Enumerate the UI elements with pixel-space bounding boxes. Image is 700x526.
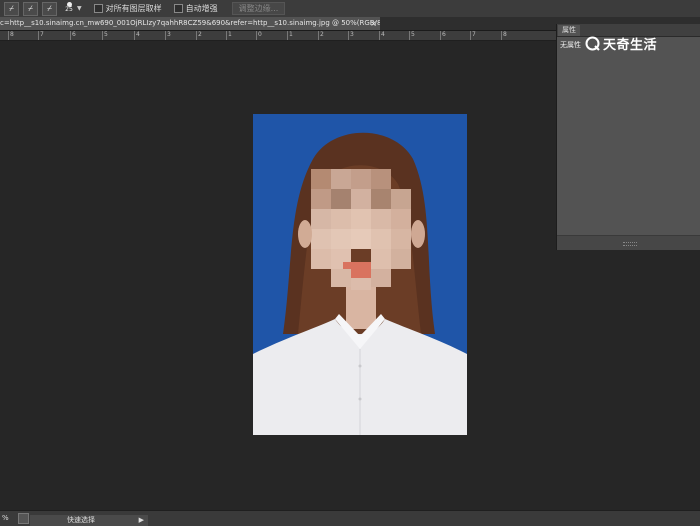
brush-size-value: 25 — [65, 5, 73, 13]
panel-resize-grip[interactable] — [557, 235, 700, 250]
sample-all-layers-label: 对所有图层取样 — [105, 4, 162, 13]
document-tab[interactable]: c=http__s10.sinaimg.cn_mw690_001OjRLIzy7… — [0, 17, 380, 30]
ruler-tick: 6 — [440, 31, 446, 40]
active-tool-tab[interactable]: 快速选择 ▶ — [30, 515, 148, 526]
options-bar: ⌿ ⌿ ⌿ 25 ▼ 对所有图层取样 自动增强 调整边缘... — [0, 0, 700, 18]
quick-selection-subtract-icon[interactable]: ⌿ — [42, 1, 57, 16]
ruler-tick: 4 — [134, 31, 140, 40]
ruler-tick: 7 — [470, 31, 476, 40]
ruler-tick: 6 — [70, 31, 76, 40]
auto-enhance-label: 自动增强 — [185, 4, 218, 13]
auto-enhance-checkbox[interactable] — [173, 4, 183, 13]
brush-dropdown-icon[interactable]: ▼ — [77, 5, 82, 12]
sample-all-layers-checkbox[interactable] — [93, 4, 103, 13]
zoom-readout[interactable]: % — [2, 513, 9, 523]
brush-size-picker[interactable]: 25 — [63, 1, 75, 16]
close-icon[interactable]: × — [370, 17, 377, 30]
ruler-tick: 3 — [348, 31, 354, 40]
ruler-tick: 2 — [318, 31, 324, 40]
quick-selection-new-icon[interactable]: ⌿ — [4, 1, 19, 16]
portrait-photo[interactable] — [253, 114, 467, 435]
watermark-text: 天奇生活 — [603, 38, 658, 53]
ruler-tick: 1 — [287, 31, 293, 40]
portrait-image — [253, 132, 467, 435]
ruler-tick: 8 — [8, 31, 14, 40]
horizontal-ruler: 8 7 6 5 4 3 2 1 0 1 2 3 4 5 6 7 8 — [0, 31, 556, 41]
ruler-tick: 4 — [379, 31, 385, 40]
play-icon[interactable]: ▶ — [139, 515, 144, 526]
ruler-tick: 1 — [226, 31, 232, 40]
properties-tab[interactable]: 属性 — [558, 25, 580, 36]
properties-empty-text: 无属性 — [560, 41, 581, 49]
properties-panel: 属性 无属性 — [556, 24, 700, 250]
document-tab-title: c=http__s10.sinaimg.cn_mw690_001OjRLIzy7… — [0, 19, 380, 27]
active-tool-label: 快速选择 — [67, 516, 95, 524]
ruler-tick: 5 — [409, 31, 415, 40]
ruler-tick: 0 — [256, 31, 262, 40]
ruler-tick: 3 — [165, 31, 171, 40]
ruler-tick: 8 — [501, 31, 507, 40]
quick-selection-add-icon[interactable]: ⌿ — [23, 1, 38, 16]
watermark-logo: 天奇生活 — [585, 34, 657, 53]
ruler-tick: 2 — [196, 31, 202, 40]
status-bar: % 快速选择 ▶ — [0, 510, 700, 526]
ruler-tick: 5 — [102, 31, 108, 40]
ruler-tick: 7 — [38, 31, 44, 40]
refine-edge-button[interactable]: 调整边缘... — [231, 2, 286, 15]
status-info-icon[interactable] — [18, 513, 29, 524]
watermark-logo-icon — [585, 36, 600, 51]
